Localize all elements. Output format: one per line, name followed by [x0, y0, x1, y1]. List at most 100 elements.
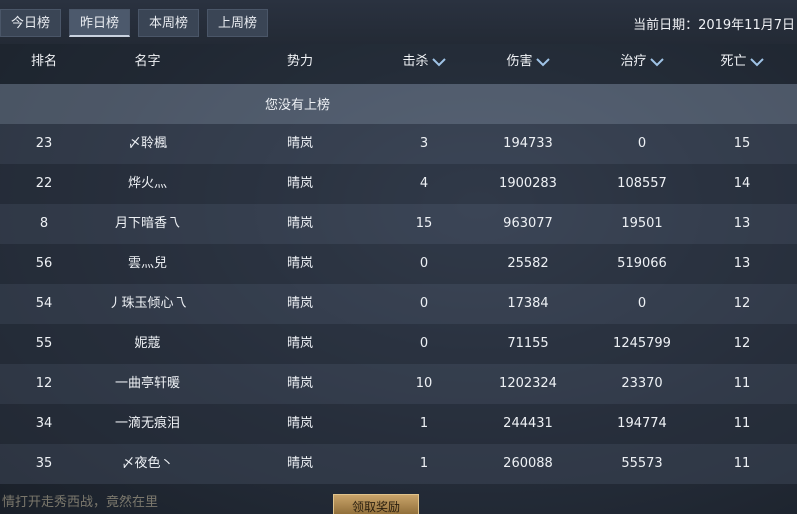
cell-damage: 194733 [503, 136, 553, 151]
cell-faction: 晴岚 [286, 136, 313, 151]
cell-deaths: 11 [733, 376, 751, 391]
tab-this-week[interactable]: 本周榜 [138, 9, 200, 37]
notice-text: 您没有上榜 [265, 98, 331, 113]
cell-kills: 0 [419, 336, 429, 351]
cell-kills: 1 [419, 416, 429, 431]
cell-faction: 晴岚 [286, 336, 313, 351]
table-row: 35 〆夜色丶 晴岚 1 260088 55573 11 [0, 444, 797, 484]
cell-rank: 54 [35, 296, 53, 311]
cell-healing: 194774 [617, 416, 667, 431]
cell-healing: 0 [637, 136, 647, 151]
cell-rank: 8 [39, 216, 49, 231]
cell-name: 丿珠玉倾心乁 [108, 296, 187, 311]
col-healing[interactable]: 治疗 [592, 44, 692, 84]
cell-faction: 晴岚 [286, 456, 313, 471]
tab-yesterday[interactable]: 昨日榜 [69, 9, 131, 37]
table-row: 54 丿珠玉倾心乁 晴岚 0 17384 0 12 [0, 284, 797, 324]
cell-healing: 23370 [621, 376, 663, 391]
cell-damage: 1202324 [499, 376, 557, 391]
cell-deaths: 13 [733, 256, 751, 271]
cell-damage: 1900283 [499, 176, 557, 191]
background-chat-text: 情打开走秀西战，竟然在里 [2, 495, 159, 510]
tab-last-week[interactable]: 上周榜 [207, 9, 269, 37]
not-ranked-notice: 您没有上榜 [0, 84, 797, 124]
ranking-tabs: 今日榜 昨日榜 本周榜 上周榜 [0, 9, 269, 37]
chevron-down-icon [749, 57, 764, 66]
col-deaths[interactable]: 死亡 [712, 44, 772, 84]
col-kills-label: 击杀 [402, 54, 429, 69]
cell-deaths: 14 [733, 176, 751, 191]
cell-kills: 1 [419, 456, 429, 471]
cell-healing: 519066 [617, 256, 667, 271]
tab-today[interactable]: 今日榜 [0, 9, 62, 37]
cell-name: 一曲亭轩暖 [114, 376, 180, 391]
cell-deaths: 12 [733, 336, 751, 351]
col-deaths-label: 死亡 [720, 54, 747, 69]
cell-damage: 244431 [503, 416, 553, 431]
cell-deaths: 13 [733, 216, 751, 231]
col-name: 名字 [134, 54, 161, 69]
cell-damage: 17384 [507, 296, 549, 311]
cell-rank: 22 [35, 176, 53, 191]
cell-name: 月下暗香乁 [114, 216, 180, 231]
table-header: 排名 名字 势力 击杀 伤害 治疗 死亡 [0, 44, 797, 84]
col-damage[interactable]: 伤害 [478, 44, 578, 84]
chevron-down-icon [535, 57, 550, 66]
cell-name: 〆聆楓 [127, 136, 167, 151]
cell-rank: 34 [35, 416, 53, 431]
cell-damage: 260088 [503, 456, 553, 471]
cell-deaths: 15 [733, 136, 751, 151]
cell-name: 妮蔻 [134, 336, 161, 351]
cell-deaths: 11 [733, 456, 751, 471]
cell-kills: 4 [419, 176, 429, 191]
cell-rank: 23 [35, 136, 53, 151]
cell-kills: 0 [419, 256, 429, 271]
table-row: 12 一曲亭轩暖 晴岚 10 1202324 23370 11 [0, 364, 797, 404]
cell-faction: 晴岚 [286, 256, 313, 271]
ranking-table: 23 〆聆楓 晴岚 3 194733 0 15 22 烨火灬 晴岚 4 1900… [0, 124, 797, 484]
cell-name: 一滴无痕泪 [114, 416, 180, 431]
cell-faction: 晴岚 [286, 296, 313, 311]
table-row: 23 〆聆楓 晴岚 3 194733 0 15 [0, 124, 797, 164]
cell-name: 雲灬兒 [127, 256, 167, 271]
col-healing-label: 治疗 [620, 54, 647, 69]
table-row: 22 烨火灬 晴岚 4 1900283 108557 14 [0, 164, 797, 204]
table-row: 55 妮蔻 晴岚 0 71155 1245799 12 [0, 324, 797, 364]
cell-healing: 0 [637, 296, 647, 311]
table-row: 8 月下暗香乁 晴岚 15 963077 19501 13 [0, 204, 797, 244]
top-bar: 今日榜 昨日榜 本周榜 上周榜 当前日期：2019年11月7日 [0, 0, 797, 44]
chevron-down-icon [431, 57, 446, 66]
cell-damage: 25582 [507, 256, 549, 271]
cell-faction: 晴岚 [286, 416, 313, 431]
cell-healing: 19501 [621, 216, 663, 231]
cell-name: 烨火灬 [127, 176, 167, 191]
table-row: 56 雲灬兒 晴岚 0 25582 519066 13 [0, 244, 797, 284]
cell-kills: 0 [419, 296, 429, 311]
col-kills[interactable]: 击杀 [394, 44, 454, 84]
col-damage-label: 伤害 [506, 54, 533, 69]
cell-kills: 15 [415, 216, 433, 231]
cell-name: 〆夜色丶 [121, 456, 174, 471]
cell-faction: 晴岚 [286, 216, 313, 231]
cell-kills: 3 [419, 136, 429, 151]
cell-deaths: 11 [733, 416, 751, 431]
cell-damage: 963077 [503, 216, 553, 231]
col-rank: 排名 [30, 54, 57, 69]
cell-rank: 12 [35, 376, 53, 391]
cell-healing: 55573 [621, 456, 663, 471]
table-row: 34 一滴无痕泪 晴岚 1 244431 194774 11 [0, 404, 797, 444]
chevron-down-icon [649, 57, 664, 66]
cell-faction: 晴岚 [286, 376, 313, 391]
claim-reward-button[interactable]: 领取奖励 [333, 494, 419, 514]
col-faction: 势力 [286, 54, 313, 69]
cell-faction: 晴岚 [286, 176, 313, 191]
current-date: 当前日期：2019年11月7日 [633, 18, 795, 33]
cell-damage: 71155 [507, 336, 549, 351]
cell-deaths: 12 [733, 296, 751, 311]
cell-healing: 108557 [617, 176, 667, 191]
cell-rank: 56 [35, 256, 53, 271]
cell-kills: 10 [415, 376, 433, 391]
cell-rank: 35 [35, 456, 53, 471]
cell-healing: 1245799 [613, 336, 671, 351]
cell-rank: 55 [35, 336, 53, 351]
